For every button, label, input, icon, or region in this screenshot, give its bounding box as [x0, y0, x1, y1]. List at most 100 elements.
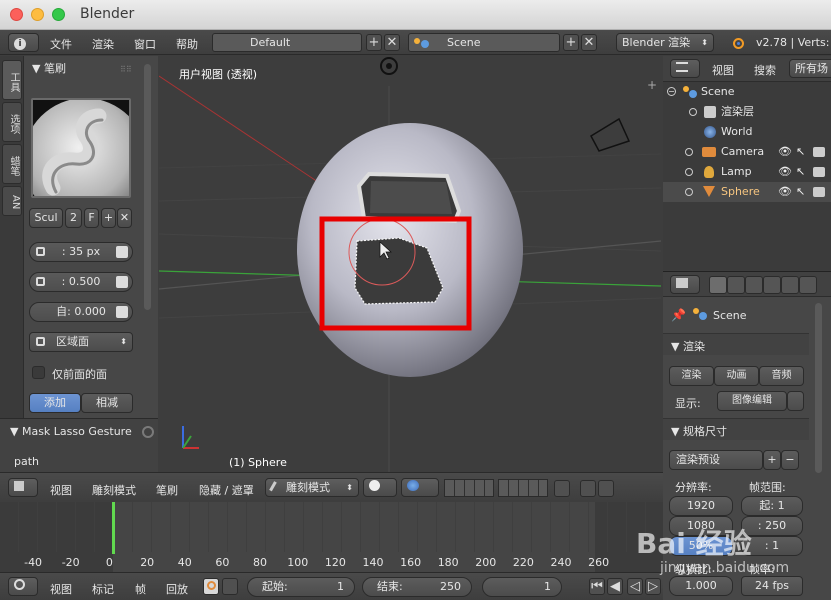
add-mode-button[interactable]: 添加	[29, 393, 81, 413]
layer-buttons-group-1[interactable]	[444, 479, 494, 497]
render-animation-button[interactable]: 动画	[714, 366, 759, 386]
outliner-display-mode[interactable]: 所有场	[789, 59, 831, 78]
select-cursor-icon[interactable]: ↖	[796, 162, 805, 182]
subtract-mode-button[interactable]: 相减	[81, 393, 133, 413]
outliner-menu-view[interactable]: 视图	[712, 62, 734, 78]
lock-interface-button[interactable]	[787, 391, 804, 411]
tab-grease-pencil[interactable]: 蜡笔	[2, 144, 22, 184]
outliner-row-scene[interactable]: − Scene	[663, 82, 831, 102]
editor-type-timeline-button[interactable]	[8, 577, 38, 596]
menu-brush[interactable]: 笔刷	[156, 482, 178, 498]
pivot-select[interactable]	[401, 478, 439, 497]
visibility-eye-icon[interactable]: 👁	[778, 182, 792, 202]
render-panel-header[interactable]: ▼ 渲染	[663, 333, 809, 355]
tab-options[interactable]: 选项	[2, 102, 22, 142]
properties-scrollbar[interactable]	[815, 303, 822, 473]
unlink-brush-button[interactable]: ✕	[117, 208, 132, 228]
render-presets-select[interactable]: 渲染预设	[669, 450, 763, 470]
brush-preview-image[interactable]	[31, 98, 131, 198]
current-frame-field[interactable]: 1	[482, 577, 562, 597]
layer-buttons-group-2[interactable]	[498, 479, 548, 497]
brush-section-header[interactable]: ▼ 笔刷	[32, 60, 66, 76]
display-mode-select[interactable]: 图像编辑	[717, 391, 787, 411]
opengl-render-animation-button[interactable]	[598, 480, 614, 497]
menu-render[interactable]: 渲染	[92, 36, 114, 52]
autosmooth-field[interactable]: 自: 0.000	[29, 302, 133, 322]
render-audio-button[interactable]: 音频	[759, 366, 804, 386]
delete-screen-button[interactable]: ✕	[384, 34, 400, 51]
timeline-area[interactable]: -40 -20 0 20 40 60 80 100 120 140 160 180 200 220 240 2…	[0, 502, 663, 572]
outliner-row-lamp[interactable]: Lamp 👁 ↖	[663, 162, 831, 182]
dimensions-panel-header[interactable]: ▼ 规格尺寸	[663, 418, 809, 440]
resolution-x-field[interactable]: 1920	[669, 496, 733, 516]
radius-field[interactable]: : 35 px	[29, 242, 133, 262]
gesture-section-header[interactable]: ▼ Mask Lasso Gesture	[10, 425, 132, 438]
jump-start-button[interactable]: ⏮	[589, 578, 605, 595]
remove-preset-button[interactable]: −	[781, 450, 799, 470]
3d-viewport[interactable]: 用户视图 (透视) (1) Sphere +	[159, 56, 661, 472]
add-preset-button[interactable]: +	[763, 450, 781, 470]
front-faces-checkbox[interactable]	[32, 366, 45, 379]
timeline-menu-view[interactable]: 视图	[50, 581, 72, 597]
menu-help[interactable]: 帮助	[176, 36, 198, 52]
scene-tab-icon[interactable]	[745, 276, 763, 294]
menu-sculpt[interactable]: 雕刻模式	[92, 482, 136, 498]
interaction-mode-select[interactable]: 雕刻模式 ⬍	[265, 478, 359, 497]
maximize-window-button[interactable]	[52, 8, 65, 21]
strength-field[interactable]: : 0.500	[29, 272, 133, 292]
world-tab-icon[interactable]	[763, 276, 781, 294]
keying-lock-button[interactable]	[222, 578, 238, 595]
editor-type-info-button[interactable]: i	[8, 33, 39, 52]
close-window-button[interactable]	[10, 8, 23, 21]
render-camera-icon[interactable]	[813, 167, 825, 177]
add-scene-button[interactable]: +	[563, 34, 579, 51]
timeline-menu-frame[interactable]: 帧	[135, 581, 146, 597]
fake-user-toggle[interactable]: F	[84, 208, 99, 228]
start-frame-field[interactable]: 起始: 1	[247, 577, 355, 597]
outliner-row-camera[interactable]: Camera 👁 ↖	[663, 142, 831, 162]
brush-users-count[interactable]: 2	[65, 208, 82, 228]
frame-start-field[interactable]: 起: 1	[741, 496, 803, 516]
outliner-row-world[interactable]: World	[663, 122, 831, 142]
end-frame-field[interactable]: 结束: 250	[362, 577, 472, 597]
render-engine-select[interactable]: Blender 渲染 ⬍	[616, 33, 714, 52]
jump-keyframe-back-button[interactable]: ◀	[607, 578, 623, 595]
opengl-render-image-button[interactable]	[580, 480, 596, 497]
modifiers-tab-icon[interactable]	[799, 276, 817, 294]
current-frame-indicator[interactable]	[112, 502, 115, 554]
editor-type-properties-button[interactable]	[670, 275, 700, 294]
brush-name-field[interactable]: Scul	[29, 208, 63, 228]
viewport-shading-select[interactable]	[363, 478, 397, 497]
render-camera-icon[interactable]	[813, 147, 825, 157]
record-button[interactable]	[203, 578, 219, 595]
menu-window[interactable]: 窗口	[134, 36, 156, 52]
add-brush-button[interactable]: +	[101, 208, 116, 228]
add-region-icon[interactable]: +	[647, 78, 657, 92]
minimize-window-button[interactable]	[31, 8, 44, 21]
panel-collapse-circle[interactable]	[142, 426, 154, 438]
visibility-eye-icon[interactable]: 👁	[778, 142, 792, 162]
editor-type-outliner-button[interactable]	[670, 59, 700, 78]
visibility-eye-icon[interactable]: 👁	[778, 162, 792, 182]
screen-layout-field[interactable]: Default	[212, 33, 362, 52]
add-screen-button[interactable]: +	[366, 34, 382, 51]
select-cursor-icon[interactable]: ↖	[796, 182, 805, 202]
outliner-row-sphere[interactable]: Sphere 👁 ↖	[663, 182, 831, 202]
render-camera-icon[interactable]	[813, 187, 825, 197]
render-layers-tab-icon[interactable]	[727, 276, 745, 294]
lock-camera-button[interactable]	[554, 480, 570, 497]
timeline-menu-playback[interactable]: 回放	[166, 581, 188, 597]
pin-icon[interactable]: 📌	[671, 308, 686, 322]
area-mode-select[interactable]: 区域面 ⬍	[29, 332, 133, 352]
editor-type-3dview-button[interactable]	[8, 478, 38, 497]
menu-hide-mask[interactable]: 隐藏 / 遮罩	[199, 482, 254, 498]
tab-an[interactable]: AN	[2, 186, 22, 216]
render-image-button[interactable]: 渲染	[669, 366, 714, 386]
menu-view[interactable]: 视图	[50, 482, 72, 498]
object-tab-icon[interactable]	[781, 276, 799, 294]
delete-scene-button[interactable]: ✕	[581, 34, 597, 51]
timeline-menu-marker[interactable]: 标记	[92, 581, 114, 597]
select-cursor-icon[interactable]: ↖	[796, 142, 805, 162]
render-tab-icon[interactable]	[709, 276, 727, 294]
menu-file[interactable]: 文件	[50, 36, 72, 52]
